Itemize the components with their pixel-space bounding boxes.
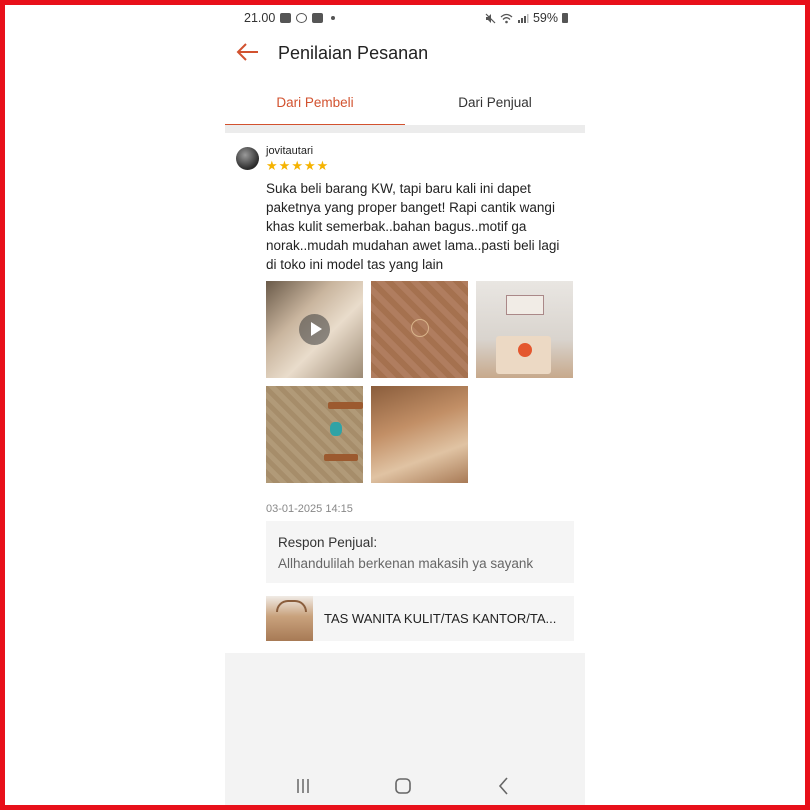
notification-dot-icon xyxy=(331,16,336,20)
home-icon[interactable] xyxy=(390,773,416,799)
strap-icon xyxy=(328,402,363,409)
review-photo-thumbnail[interactable] xyxy=(371,386,468,483)
battery-icon xyxy=(562,13,568,23)
tab-from-buyer[interactable]: Dari Pembeli xyxy=(225,85,405,127)
strap-icon xyxy=(324,454,358,461)
signal-icon xyxy=(517,13,529,23)
review-card: jovitautari ★ ★ ★ ★ ★ Suka beli barang K… xyxy=(225,133,585,653)
status-bar: 21.00 59% xyxy=(225,5,585,33)
product-thumbnail xyxy=(266,596,313,641)
logo-emblem-icon xyxy=(411,319,429,337)
status-right: 59% xyxy=(485,11,568,25)
box-label-icon xyxy=(506,295,544,315)
avatar xyxy=(236,147,259,170)
play-icon xyxy=(299,314,330,345)
battery-percent: 59% xyxy=(532,11,558,25)
shopping-bag-icon xyxy=(312,13,324,23)
bag-charm-icon xyxy=(330,422,342,436)
review-username: jovitautari xyxy=(266,145,314,157)
app-header: Penilaian Pesanan xyxy=(225,33,585,75)
status-time: 21.00 xyxy=(244,11,276,25)
status-left: 21.00 xyxy=(244,11,336,25)
review-photo-thumbnail[interactable] xyxy=(371,281,468,378)
seller-response-label: Respon Penjual: xyxy=(278,535,378,550)
star-icon: ★ xyxy=(278,158,291,173)
star-icon: ★ xyxy=(316,158,329,173)
product-name: TAS WANITA KULIT/TAS KANTOR/TA... xyxy=(324,611,557,626)
tag-sticker-icon xyxy=(518,343,532,357)
seller-response: Respon Penjual: Allhandulilah berkenan m… xyxy=(266,521,574,583)
review-photo-thumbnail[interactable] xyxy=(476,281,573,378)
system-nav-bar xyxy=(225,765,585,805)
star-icon: ★ xyxy=(266,158,278,173)
product-card[interactable]: TAS WANITA KULIT/TAS KANTOR/TA... xyxy=(266,596,574,641)
star-icon: ★ xyxy=(303,158,316,173)
review-date: 03-01-2025 14:15 xyxy=(266,503,353,515)
review-photo-thumbnail[interactable] xyxy=(266,386,363,483)
mute-icon xyxy=(485,13,496,23)
phone-screen: 21.00 59% Penilaian Pesanan Dari Pembeli… xyxy=(225,5,585,805)
back-arrow-icon[interactable] xyxy=(235,39,261,65)
review-tabs: Dari Pembeli Dari Penjual xyxy=(225,85,585,127)
wifi-icon xyxy=(500,13,513,23)
star-icon: ★ xyxy=(291,158,303,173)
back-nav-icon[interactable] xyxy=(491,773,517,799)
recent-apps-icon[interactable] xyxy=(290,773,316,799)
review-comment: Suka beli barang KW, tapi baru kali ini … xyxy=(266,181,560,272)
tab-from-seller[interactable]: Dari Penjual xyxy=(405,85,585,127)
page-title: Penilaian Pesanan xyxy=(278,43,429,63)
star-rating: ★ ★ ★ ★ ★ xyxy=(266,159,328,172)
review-video-thumbnail[interactable] xyxy=(266,281,363,378)
tiktok-icon xyxy=(296,13,308,23)
seller-response-text: Allhandulilah berkenan makasih ya sayank xyxy=(278,556,534,571)
tab-divider xyxy=(225,125,585,133)
gallery-icon xyxy=(280,13,292,23)
